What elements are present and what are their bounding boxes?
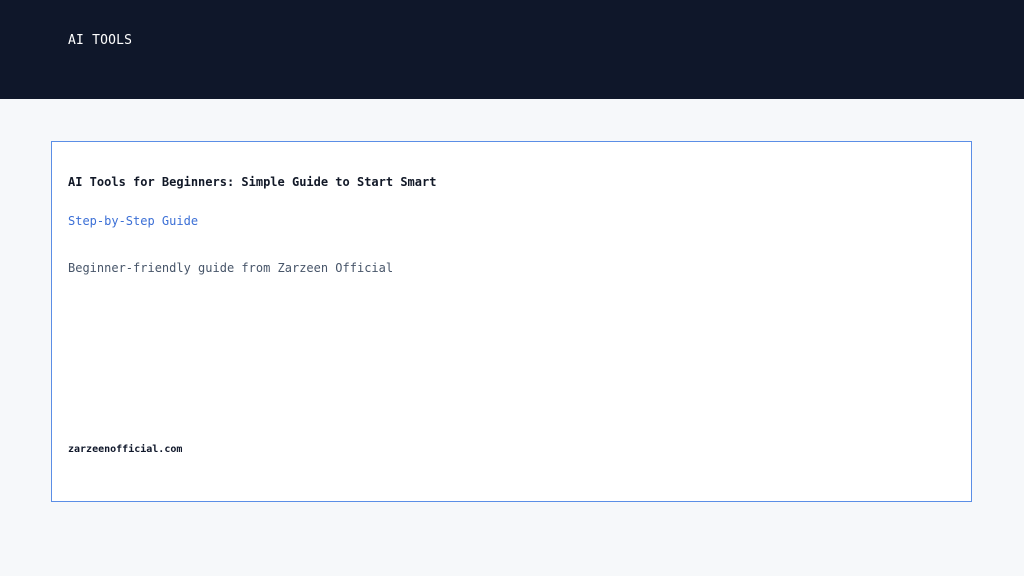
site-brand[interactable]: AI TOOLS bbox=[68, 33, 132, 49]
site-domain: zarzeenofficial.com bbox=[68, 444, 183, 455]
guide-card: AI Tools for Beginners: Simple Guide to … bbox=[51, 141, 972, 502]
guide-subtitle: Step-by-Step Guide bbox=[68, 214, 199, 228]
guide-description: Beginner-friendly guide from Zarzeen Off… bbox=[68, 261, 394, 275]
top-header: AI TOOLS bbox=[0, 0, 1024, 99]
guide-title: AI Tools for Beginners: Simple Guide to … bbox=[68, 175, 437, 190]
